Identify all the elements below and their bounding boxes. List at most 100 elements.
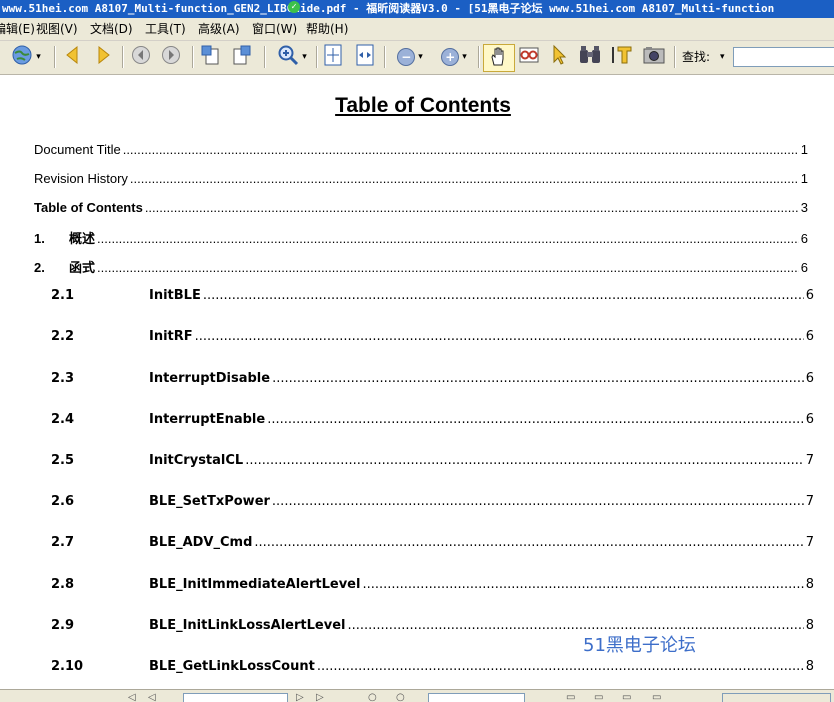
toc-entry-label: 概述 <box>69 231 96 246</box>
snapshot-glasses-button[interactable] <box>516 44 542 70</box>
toc-leader-dots: ........................................… <box>202 288 804 303</box>
toc-entry-page: 7 <box>805 535 814 550</box>
text-select-button[interactable] <box>608 44 636 70</box>
toc-entry[interactable]: Revision History........................… <box>34 171 808 186</box>
toc-entry-page: 8 <box>805 577 814 592</box>
toc-entry[interactable]: 2.2 InitRF...............................… <box>51 329 814 344</box>
toc-entry-label: Revision History <box>34 171 128 186</box>
menu-document[interactable]: 文档(D) <box>90 18 133 40</box>
chevron-down-icon: ▾ <box>418 52 423 62</box>
menu-help[interactable]: 帮助(H) <box>306 18 348 40</box>
toc-entry-page: 6 <box>800 231 808 246</box>
prev-page-button[interactable] <box>60 44 84 70</box>
toolbar-separator <box>264 46 266 68</box>
menu-window[interactable]: 窗口(W) <box>252 18 297 40</box>
toc-entry-number: 2.9 <box>51 618 75 633</box>
toc-leader-dots: ........................................… <box>362 577 804 592</box>
fit-page-button[interactable] <box>320 44 346 70</box>
toc-entry[interactable]: 2.4 InterruptEnable......................… <box>51 412 814 427</box>
toc-entry[interactable]: 2.3 InterruptDisable.....................… <box>51 371 814 386</box>
status-bar: ◁ ◁ ▷ ▷ ○ ○ ▭ ▭ ▭ ▭ <box>0 689 834 702</box>
toc-entry[interactable]: 2.1 InitBLE..............................… <box>51 288 814 303</box>
toc-entry-page: 6 <box>805 288 814 303</box>
rotate-right-button[interactable] <box>228 44 254 70</box>
toc-entry-number: 2. <box>34 260 45 275</box>
camera-button[interactable] <box>640 44 668 70</box>
zoom-tool-button[interactable]: ▾ <box>270 44 314 70</box>
rotate-left-icon <box>200 44 222 70</box>
globe-button[interactable]: ▾ <box>4 44 48 70</box>
toc-entry[interactable]: Document Title..........................… <box>34 142 808 157</box>
toc-entry-page: 6 <box>805 329 814 344</box>
toc-entry-page: 8 <box>805 659 814 674</box>
toc-entry-number: 2.10 <box>51 659 84 674</box>
binoculars-icon <box>578 44 602 70</box>
select-arrow-button[interactable] <box>546 44 572 70</box>
next-page-icon <box>97 45 111 68</box>
toc-leader-dots: ........................................… <box>271 494 804 509</box>
toc-leader-dots: ........................................… <box>316 659 804 674</box>
toc-entry[interactable]: 2.7 BLE_ADV_Cmd..........................… <box>51 535 814 550</box>
text-select-icon <box>610 44 634 70</box>
toolbar-separator <box>54 46 56 68</box>
fit-page-icon <box>323 44 343 70</box>
toc-entry[interactable]: 2. 函式....................................… <box>34 257 808 276</box>
back-button[interactable] <box>128 44 154 70</box>
toc-entry-page: 7 <box>805 494 814 509</box>
toc-entry-label: InitRF <box>149 329 193 344</box>
toc-entry-page: 3 <box>800 200 808 215</box>
menu-edit[interactable]: 编辑(E) <box>0 18 35 40</box>
rotate-right-icon <box>230 44 252 70</box>
toc-entry[interactable]: 2.10 BLE_GetLinkLossCount................… <box>51 659 814 674</box>
menu-bar: 编辑(E) 视图(V) 文档(D) 工具(T) 高级(A) 窗口(W) 帮助(H… <box>0 18 834 41</box>
forward-button[interactable] <box>158 44 184 70</box>
binoculars-button[interactable] <box>576 44 604 70</box>
title-bar: www.51hei.com A8107_Multi-function_GEN2_… <box>0 0 834 18</box>
toc-entry-label: BLE_GetLinkLossCount <box>149 659 315 674</box>
toc-entry-number: 2.1 <box>51 288 75 303</box>
document-page: Table of Contents Document Title........… <box>0 75 834 689</box>
zoom-in-plus-button[interactable]: + ▾ <box>434 44 474 70</box>
toc-entry[interactable]: 2.9 BLE_InitLinkLossAlertLevel...........… <box>51 618 814 633</box>
toc-entry[interactable]: 1. 概述....................................… <box>34 228 808 247</box>
toc-entry-number: 2.5 <box>51 453 75 468</box>
hand-tool-button[interactable] <box>483 44 515 72</box>
toc-entry-label: InterruptEnable <box>149 412 266 427</box>
toc-entry-label: BLE_InitImmediateAlertLevel <box>149 577 361 592</box>
globe-icon <box>11 44 33 70</box>
menu-view[interactable]: 视图(V) <box>36 18 78 40</box>
toc-entry-label: Document Title <box>34 142 121 157</box>
toc-entry-label: BLE_ADV_Cmd <box>149 535 253 550</box>
toc-leader-dots: ........................................… <box>254 535 804 550</box>
toc-entry[interactable]: 2.6 BLE_SetTxPower.......................… <box>51 494 814 509</box>
toc-entry[interactable]: 2.5 InitCrystalCL........................… <box>51 453 814 468</box>
toc-entry-page: 6 <box>805 371 814 386</box>
zoom-out-button[interactable]: − ▾ <box>390 44 430 70</box>
find-options-dropdown[interactable]: ▾ <box>720 41 725 74</box>
toc-leader-dots: ........................................… <box>122 142 799 157</box>
toc-entry-label: InitBLE <box>149 288 201 303</box>
page-title: Table of Contents <box>335 94 511 117</box>
toc-entry-label: 函式 <box>69 260 96 275</box>
toc-entry-label: InitCrystalCL <box>149 453 244 468</box>
toc-leader-dots: ........................................… <box>144 200 799 215</box>
toc-leader-dots: ........................................… <box>97 260 799 275</box>
menu-advanced[interactable]: 高级(A) <box>198 18 240 40</box>
toc-entry-number: 2.4 <box>51 412 75 427</box>
toc-entry-label: BLE_SetTxPower <box>149 494 270 509</box>
toc-entry-label: Table of Contents <box>34 200 143 215</box>
toc-entry[interactable]: 2.8 BLE_InitImmediateAlertLevel..........… <box>51 577 814 592</box>
fit-width-icon <box>355 44 375 70</box>
fit-width-button[interactable] <box>352 44 378 70</box>
menu-tools[interactable]: 工具(T) <box>145 18 186 40</box>
find-input[interactable] <box>733 47 834 67</box>
toc-leader-dots: ........................................… <box>347 618 804 633</box>
toc-entry-page: 1 <box>800 171 808 186</box>
next-page-button[interactable] <box>92 44 116 70</box>
toc-entry-number: 1. <box>34 231 45 246</box>
toc-leader-dots: ........................................… <box>194 329 804 344</box>
toc-entry[interactable]: Table of Contents.......................… <box>34 200 808 215</box>
toc-entry-number: 2.3 <box>51 371 75 386</box>
forward-icon <box>161 45 181 69</box>
rotate-left-button[interactable] <box>198 44 224 70</box>
